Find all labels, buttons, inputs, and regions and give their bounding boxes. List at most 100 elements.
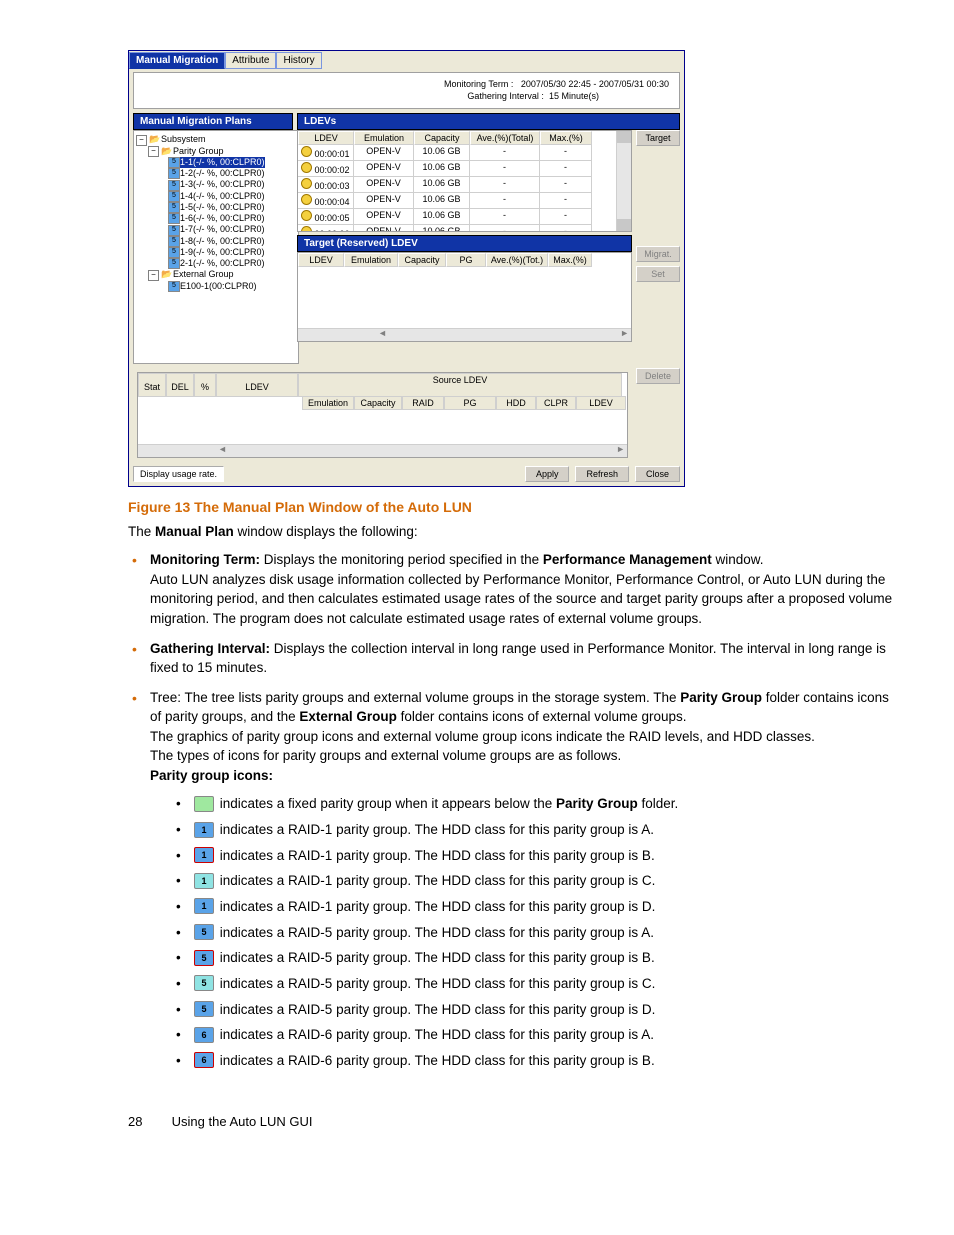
parity-group-icon: 1 <box>194 847 214 863</box>
column-header[interactable]: % <box>194 373 216 397</box>
column-header[interactable]: LDEV <box>298 131 354 145</box>
monitoring-term-value: 2007/05/30 22:45 - 2007/05/31 00:30 <box>521 79 669 89</box>
left-panel-header: Manual Migration Plans <box>133 113 293 130</box>
column-header[interactable]: Capacity <box>414 131 470 145</box>
parity-group-icon: 5 <box>194 975 214 991</box>
column-header[interactable]: Emulation <box>344 253 398 267</box>
tree-node[interactable]: 51-6(-/- %, 00:CLPR0) <box>136 213 296 224</box>
parity-group-icon: 1 <box>194 822 214 838</box>
tree-node[interactable]: 51-1(-/- %, 00:CLPR0) <box>136 157 296 168</box>
parity-group-icon: 6 <box>194 1052 214 1068</box>
column-header[interactable]: Ave.(%)(Total) <box>470 131 540 145</box>
footer-text: Using the Auto LUN GUI <box>172 1114 313 1129</box>
gathering-interval-value: 15 Minute(s) <box>549 91 599 101</box>
target-ldev-table[interactable]: LDEVEmulationCapacityPGAve.(%)(Tot.)Max.… <box>297 252 632 342</box>
parity-group-icon: 5 <box>194 924 214 940</box>
tree-view[interactable]: −📂Subsystem−📂Parity Group51-1(-/- %, 00:… <box>133 130 299 364</box>
parity-icon-list: indicates a fixed parity group when it a… <box>150 791 894 1073</box>
scrollbar-horizontal[interactable]: ◄ ► <box>298 328 631 341</box>
column-header[interactable]: Stat <box>138 373 166 397</box>
list-item: 1 indicates a RAID-1 parity group. The H… <box>172 894 894 920</box>
table-row[interactable]: 00:00:02OPEN-V10.06 GB-- <box>298 161 616 177</box>
tree-node[interactable]: −📂External Group <box>136 269 296 280</box>
parity-group-icon: 5 <box>194 1001 214 1017</box>
tree-node[interactable]: 51-9(-/- %, 00:CLPR0) <box>136 247 296 258</box>
parity-group-icon <box>194 796 214 812</box>
list-item: 6 indicates a RAID-6 parity group. The H… <box>172 1022 894 1048</box>
tab-manual-migration[interactable]: Manual Migration <box>129 52 225 69</box>
list-item: 5 indicates a RAID-5 parity group. The H… <box>172 945 894 971</box>
apply-button[interactable]: Apply <box>525 466 570 482</box>
source-ldev-table[interactable]: StatDEL%LDEVSource LDEV EmulationCapacit… <box>137 372 628 458</box>
tree-node[interactable]: −📂Parity Group <box>136 146 296 157</box>
set-button[interactable]: Set <box>636 266 680 282</box>
list-item: 5 indicates a RAID-5 parity group. The H… <box>172 997 894 1023</box>
figure-caption: Figure 13 The Manual Plan Window of the … <box>128 499 894 515</box>
list-item: 6 indicates a RAID-6 parity group. The H… <box>172 1048 894 1074</box>
tab-history[interactable]: History <box>276 52 321 69</box>
list-item: indicates a fixed parity group when it a… <box>172 791 894 817</box>
monitoring-term-label: Monitoring Term : <box>444 79 513 89</box>
column-header[interactable]: Ave.(%)(Tot.) <box>486 253 548 267</box>
source-ldev-title: Source LDEV <box>298 373 622 397</box>
tree-node[interactable]: 51-5(-/- %, 00:CLPR0) <box>136 202 296 213</box>
ldev-table[interactable]: LDEVEmulationCapacityAve.(%)(Total)Max.(… <box>297 130 632 232</box>
scrollbar-horizontal[interactable]: ◄ ► <box>138 444 627 457</box>
column-header[interactable]: CLPR <box>536 396 576 410</box>
table-row[interactable]: 00:00:04OPEN-V10.06 GB-- <box>298 193 616 209</box>
manual-plan-screenshot: Manual MigrationAttributeHistory Monitor… <box>128 50 685 487</box>
scrollbar-vertical[interactable] <box>616 131 631 231</box>
target-button[interactable]: Target <box>636 130 680 146</box>
feature-list: Monitoring Term: Displays the monitoring… <box>128 550 894 1073</box>
column-header[interactable]: Capacity <box>354 396 402 410</box>
column-header[interactable]: Emulation <box>302 396 354 410</box>
column-header[interactable]: DEL <box>166 373 194 397</box>
table-row[interactable]: 00:00:06OPEN-V10.06 GB-- <box>298 225 616 231</box>
tab-bar: Manual MigrationAttributeHistory <box>129 51 684 68</box>
tree-node[interactable]: 51-4(-/- %, 00:CLPR0) <box>136 191 296 202</box>
column-header[interactable]: Capacity <box>398 253 446 267</box>
table-row[interactable]: 00:00:03OPEN-V10.06 GB-- <box>298 177 616 193</box>
list-item: 5 indicates a RAID-5 parity group. The H… <box>172 971 894 997</box>
tree-node[interactable]: 51-7(-/- %, 00:CLPR0) <box>136 224 296 235</box>
tree-node[interactable]: 51-8(-/- %, 00:CLPR0) <box>136 236 296 247</box>
refresh-button[interactable]: Refresh <box>575 466 629 482</box>
tree-node[interactable]: −📂Subsystem <box>136 134 296 145</box>
list-item: 1 indicates a RAID-1 parity group. The H… <box>172 868 894 894</box>
close-button[interactable]: Close <box>635 466 680 482</box>
column-header[interactable]: Max.(%) <box>548 253 592 267</box>
table-row[interactable]: 00:00:05OPEN-V10.06 GB-- <box>298 209 616 225</box>
list-item: Gathering Interval: Displays the collect… <box>128 639 894 678</box>
ldevs-header: LDEVs <box>297 113 680 130</box>
intro-paragraph: The Manual Plan window displays the foll… <box>128 523 894 542</box>
column-header[interactable]: PG <box>444 396 496 410</box>
page-number: 28 <box>128 1114 168 1129</box>
tree-node[interactable]: 51-3(-/- %, 00:CLPR0) <box>136 179 296 190</box>
table-row[interactable]: 00:00:01OPEN-V10.06 GB-- <box>298 145 616 161</box>
column-header[interactable]: RAID <box>402 396 444 410</box>
list-item: 5 indicates a RAID-5 parity group. The H… <box>172 920 894 946</box>
tree-node[interactable]: 52-1(-/- %, 00:CLPR0) <box>136 258 296 269</box>
target-ldev-header: Target (Reserved) LDEV <box>297 235 632 252</box>
tab-attribute[interactable]: Attribute <box>225 52 276 69</box>
column-header[interactable]: LDEV <box>298 253 344 267</box>
list-item: 1 indicates a RAID-1 parity group. The H… <box>172 843 894 869</box>
column-header[interactable]: PG <box>446 253 486 267</box>
status-text: Display usage rate. <box>133 466 224 482</box>
parity-group-icon: 5 <box>194 950 214 966</box>
delete-button[interactable]: Delete <box>636 368 680 384</box>
migrat-button[interactable]: Migrat. <box>636 246 680 262</box>
parity-group-icon: 1 <box>194 873 214 889</box>
monitoring-info: Monitoring Term : 2007/05/30 22:45 - 200… <box>133 72 680 109</box>
tree-node[interactable]: 51-2(-/- %, 00:CLPR0) <box>136 168 296 179</box>
gathering-interval-label: Gathering Interval : <box>467 91 544 101</box>
list-item: Tree: The tree lists parity groups and e… <box>128 688 894 1074</box>
column-header[interactable]: LDEV <box>576 396 626 410</box>
column-header[interactable]: Max.(%) <box>540 131 592 145</box>
column-header[interactable]: LDEV <box>216 373 298 397</box>
tree-node[interactable]: 5E100-1(00:CLPR0) <box>136 281 296 292</box>
column-header[interactable]: Emulation <box>354 131 414 145</box>
list-item: Monitoring Term: Displays the monitoring… <box>128 550 894 628</box>
parity-group-icon: 6 <box>194 1027 214 1043</box>
column-header[interactable]: HDD <box>496 396 536 410</box>
